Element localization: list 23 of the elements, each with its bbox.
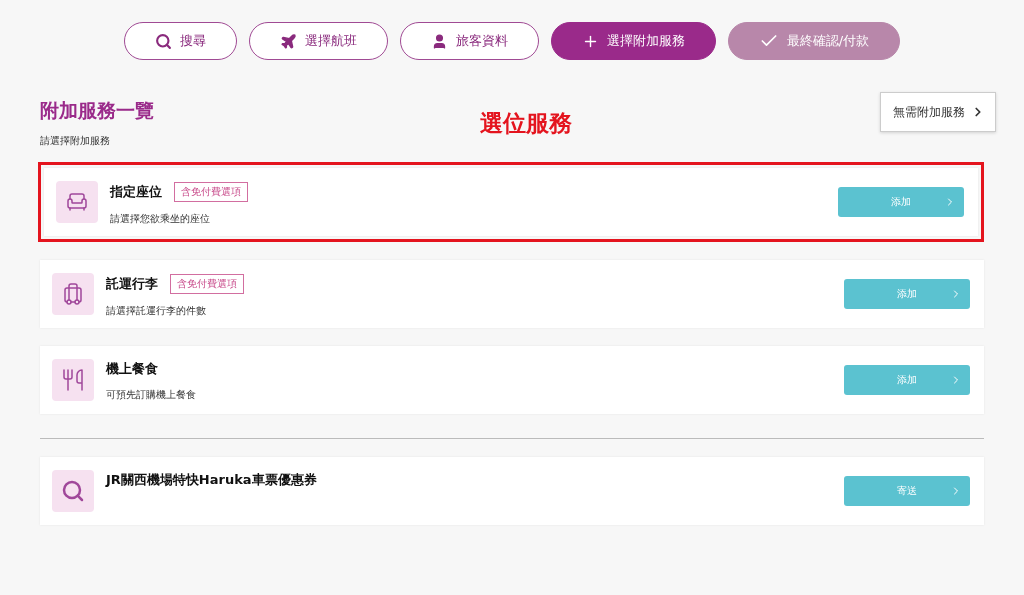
step-tab[interactable]: 旅客資料 <box>399 22 539 60</box>
page-title: 附加服務一覽 <box>40 98 155 123</box>
service-description: 可預先訂購機上餐食 <box>106 388 197 402</box>
annotation-label: 選位服務 <box>480 109 573 138</box>
skip-button[interactable]: 無需附加服務 <box>880 92 996 132</box>
free-option-tag: 含免付費選項 <box>174 182 248 202</box>
free-option-tag: 含免付費選項 <box>170 274 244 294</box>
step-tab[interactable]: 選擇航班 <box>248 22 388 60</box>
service-title: 託運行李 <box>106 275 158 293</box>
service-title: JR關西機場特快Haruka車票優惠券 <box>106 471 317 489</box>
step-tab[interactable]: 搜尋 <box>123 22 237 60</box>
service-description: 請選擇您欲乘坐的座位 <box>110 212 211 226</box>
airplane-icon <box>279 32 297 50</box>
step-tab[interactable]: 選擇附加服務 <box>550 22 716 60</box>
service-description: 請選擇託運行李的件數 <box>106 304 207 318</box>
service-title: 指定座位 <box>110 183 162 201</box>
service-title: 機上餐食 <box>106 360 158 378</box>
suitcase-icon <box>61 282 85 306</box>
magnifier-icon <box>61 479 85 503</box>
search-icon <box>154 32 172 50</box>
page-subtitle: 請選擇附加服務 <box>40 134 111 148</box>
seat-icon <box>65 190 89 214</box>
cutlery-icon <box>61 368 85 392</box>
